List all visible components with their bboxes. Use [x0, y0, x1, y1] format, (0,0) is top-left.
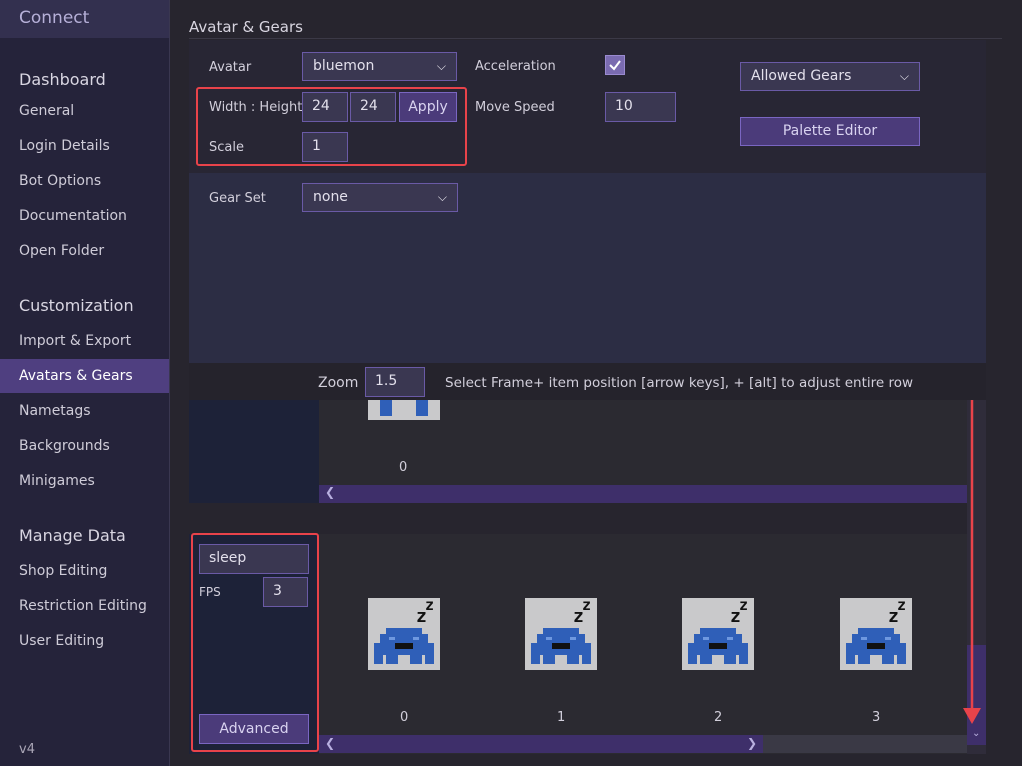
sidebar-item-avatars-gears[interactable]: Avatars & Gears — [0, 359, 169, 393]
svg-text:z: z — [897, 598, 906, 614]
sidebar: Connect Dashboard General Login Details … — [0, 0, 170, 766]
sidebar-item-backgrounds[interactable]: Backgrounds — [0, 429, 169, 463]
chevron-left-icon: ❮ — [325, 485, 336, 499]
fps-label: FPS — [199, 585, 221, 599]
sleeping-monster-sprite: zz — [688, 596, 748, 664]
section-manage-data: Manage Data — [19, 526, 126, 545]
sprite-frame-3[interactable]: zz — [840, 596, 912, 670]
acceleration-label: Acceleration — [475, 59, 556, 74]
chevron-right-icon: ❯ — [746, 736, 757, 750]
check-icon — [609, 60, 621, 71]
chevron-left-icon: ❮ — [325, 736, 336, 750]
app-title: Connect — [19, 8, 90, 28]
scroll-down-arrow-annotation — [963, 400, 981, 724]
animation-name-input[interactable]: sleep — [199, 544, 309, 574]
frame-index-1: 1 — [557, 710, 566, 725]
sidebar-item-documentation[interactable]: Documentation — [0, 199, 169, 233]
zoom-input[interactable]: 1.5 — [365, 367, 425, 397]
sidebar-item-user-editing[interactable]: User Editing — [0, 624, 169, 658]
page-title: Avatar & Gears — [189, 18, 303, 36]
acceleration-checkbox[interactable] — [605, 55, 625, 75]
sidebar-item-shop-editing[interactable]: Shop Editing — [0, 554, 169, 588]
sprite-frame-1[interactable]: zz — [525, 596, 597, 670]
frame-index-2: 2 — [714, 710, 723, 725]
section-dashboard: Dashboard — [19, 70, 106, 89]
sidebar-item-bot-options[interactable]: Bot Options — [0, 164, 169, 198]
row-gap — [189, 503, 967, 534]
sleeping-monster-sprite: zz — [531, 596, 591, 664]
palette-editor-button[interactable]: Palette Editor — [740, 117, 920, 146]
scale-input[interactable]: 1 — [302, 132, 348, 162]
advanced-button[interactable]: Advanced — [199, 714, 309, 744]
app-brand: Connect — [0, 0, 169, 38]
avatar-select-value: bluemon — [313, 58, 375, 74]
sidebar-item-open-folder[interactable]: Open Folder — [0, 234, 169, 268]
fps-input[interactable]: 3 — [263, 577, 308, 607]
avatar-select[interactable]: bluemon ⌵ — [302, 52, 457, 81]
row2-hscrollbar-thumb[interactable]: ❮ ❯ — [319, 735, 763, 753]
gear-set-select[interactable]: none ⌵ — [302, 183, 458, 212]
chevron-down-icon: ⌄ — [972, 728, 981, 739]
row1-frame-index-0: 0 — [399, 460, 408, 475]
svg-text:z: z — [425, 598, 434, 614]
row1-hscrollbar[interactable]: ❮ — [319, 485, 967, 503]
sleeping-monster-sprite: zz — [846, 596, 906, 664]
apply-button[interactable]: Apply — [399, 92, 457, 122]
sprite-frame-0[interactable]: zz — [368, 596, 440, 670]
row1-sprite-frame-0[interactable] — [368, 400, 440, 420]
chevron-down-icon: ⌵ — [437, 190, 447, 204]
scale-label: Scale — [209, 140, 244, 155]
move-speed-label: Move Speed — [475, 100, 555, 115]
sidebar-item-import-export[interactable]: Import & Export — [0, 324, 169, 358]
frame-index-0: 0 — [400, 710, 409, 725]
allowed-gears-select[interactable]: Allowed Gears ⌵ — [740, 62, 920, 91]
title-divider — [189, 38, 1002, 39]
sidebar-item-minigames[interactable]: Minigames — [0, 464, 169, 498]
sleeping-monster-sprite: zz — [374, 596, 434, 664]
allowed-gears-value: Allowed Gears — [751, 68, 852, 84]
zoom-label: Zoom — [318, 375, 359, 391]
width-height-label: Width : Height — [209, 100, 303, 115]
avatar-label: Avatar — [209, 60, 252, 75]
svg-text:z: z — [582, 598, 591, 614]
version-label: v4 — [19, 742, 35, 757]
frame-index-3: 3 — [872, 710, 881, 725]
row2-hscrollbar-track[interactable] — [763, 735, 967, 753]
row1-settings — [189, 400, 319, 503]
gear-set-value: none — [313, 189, 348, 205]
chevron-down-icon: ⌵ — [436, 59, 446, 73]
sidebar-item-restriction-editing[interactable]: Restriction Editing — [0, 589, 169, 623]
height-input[interactable]: 24 — [350, 92, 396, 122]
section-customization: Customization — [19, 296, 134, 315]
width-input[interactable]: 24 — [302, 92, 348, 122]
zoom-hint: Select Frame+ item position [arrow keys]… — [445, 375, 914, 391]
chevron-down-icon: ⌵ — [899, 69, 909, 83]
svg-text:z: z — [739, 598, 748, 614]
move-speed-input[interactable]: 10 — [605, 92, 676, 122]
sidebar-item-general[interactable]: General — [0, 94, 169, 128]
sidebar-item-nametags[interactable]: Nametags — [0, 394, 169, 428]
sidebar-item-login-details[interactable]: Login Details — [0, 129, 169, 163]
gear-set-label: Gear Set — [209, 191, 266, 206]
sprite-frame-2[interactable]: zz — [682, 596, 754, 670]
